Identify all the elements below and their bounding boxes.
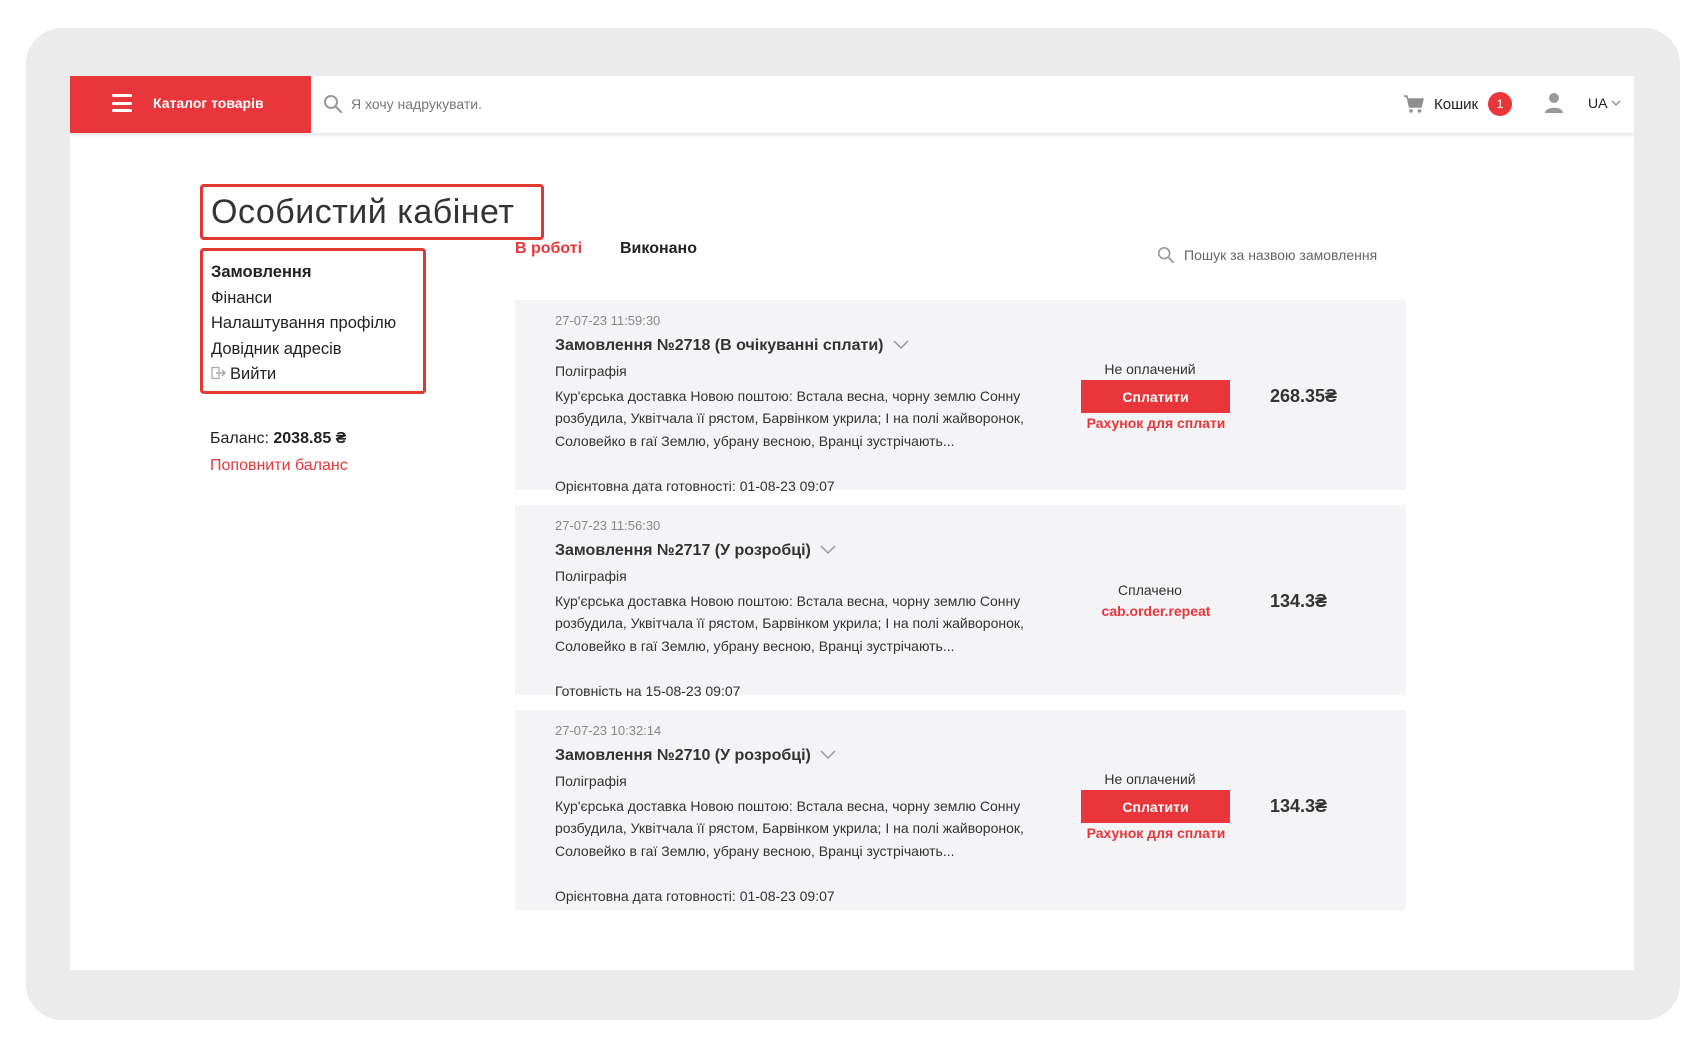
order-title-text: Замовлення №2718 (В очікуванні сплати)	[555, 337, 884, 354]
site-search	[311, 76, 1011, 133]
repeat-order-link[interactable]: cab.order.repeat	[1061, 603, 1251, 619]
menu-item-logout[interactable]: Вийти	[211, 364, 423, 390]
balance-amount: 2038.85 ₴	[273, 430, 347, 447]
order-date: 27-07-23 10:32:14	[555, 723, 662, 738]
search-icon	[324, 95, 343, 114]
chevron-down-icon	[820, 750, 836, 759]
order-card: 27-07-23 11:56:30 Замовлення №2717 (У ро…	[515, 505, 1406, 699]
chevron-down-icon	[820, 545, 836, 554]
cart-label: Кошик	[1434, 95, 1479, 113]
order-title-text: Замовлення №2717 (У розробці)	[555, 542, 811, 559]
invoice-link[interactable]: Рахунок для сплати	[1061, 825, 1251, 841]
top-header: Каталог товарів Кошик 1 UA	[70, 76, 1634, 133]
topup-balance-link[interactable]: Поповнити баланс	[210, 457, 348, 475]
order-description: Кур'єрська доставка Новою поштою: Встала…	[555, 798, 1024, 859]
menu-item-address-book[interactable]: Довідник адресів	[211, 339, 423, 365]
order-price: 134.3₴	[1270, 796, 1328, 816]
order-ready-date: Орієнтовна дата готовності: 01-08-23 09:…	[555, 478, 835, 494]
search-icon	[1157, 246, 1175, 264]
language-label: UA	[1588, 95, 1608, 111]
language-selector[interactable]: UA	[1588, 95, 1621, 111]
order-date: 27-07-23 11:56:30	[555, 518, 661, 533]
account-menu: Замовлення Фінанси Налаштування профілю …	[200, 248, 426, 394]
invoice-link[interactable]: Рахунок для сплати	[1061, 415, 1251, 431]
chevron-down-icon	[1611, 100, 1621, 106]
logout-icon	[211, 366, 227, 380]
order-card: 27-07-23 11:59:30 Замовлення №2718 (В оч…	[515, 300, 1406, 494]
logout-label: Вийти	[230, 365, 277, 383]
order-title[interactable]: Замовлення №2717 (У розробці)	[555, 542, 836, 560]
cart-link[interactable]: Кошик 1	[1403, 91, 1513, 117]
menu-item-profile-settings[interactable]: Налаштування профілю	[211, 313, 423, 339]
tab-completed[interactable]: Виконано	[620, 240, 697, 258]
page-title-highlight: Особистий кабінет	[200, 184, 544, 240]
user-icon[interactable]	[1544, 92, 1564, 114]
pay-button[interactable]: Сплатити	[1081, 380, 1230, 413]
catalog-label: Каталог товарів	[153, 95, 264, 111]
order-search	[1157, 246, 1404, 264]
page: Каталог товарів Кошик 1 UA	[70, 76, 1634, 970]
chevron-down-icon	[892, 340, 909, 349]
tab-in-progress[interactable]: В роботі	[515, 240, 582, 258]
order-category: Поліграфія	[555, 773, 627, 789]
order-search-input[interactable]	[1184, 247, 1404, 263]
menu-item-orders[interactable]: Замовлення	[211, 262, 423, 288]
balance-label: Баланс:	[210, 430, 269, 447]
order-description: Кур'єрська доставка Новою поштою: Встала…	[555, 388, 1024, 449]
order-price: 134.3₴	[1270, 591, 1328, 611]
order-price: 268.35₴	[1270, 386, 1338, 406]
catalog-button[interactable]: Каталог товарів	[70, 76, 311, 133]
order-title[interactable]: Замовлення №2710 (У розробці)	[555, 747, 836, 765]
menu-item-finances[interactable]: Фінанси	[211, 288, 423, 314]
search-input[interactable]	[351, 90, 951, 118]
payment-status: Не оплачений	[1104, 361, 1196, 377]
order-category: Поліграфія	[555, 568, 627, 584]
order-date: 27-07-23 11:59:30	[555, 313, 661, 328]
order-card: 27-07-23 10:32:14 Замовлення №2710 (У ро…	[515, 710, 1406, 910]
order-title[interactable]: Замовлення №2718 (В очікуванні сплати)	[555, 337, 909, 355]
menu-icon	[112, 94, 132, 112]
page-title: Особистий кабінет	[211, 193, 515, 231]
order-description: Кур'єрська доставка Новою поштою: Встала…	[555, 593, 1024, 654]
payment-status: Сплачено	[1118, 582, 1182, 598]
balance: Баланс: 2038.85 ₴	[210, 430, 346, 448]
cart-icon	[1404, 95, 1424, 113]
order-title-text: Замовлення №2710 (У розробці)	[555, 747, 811, 764]
order-ready-date: Готовність на 15-08-23 09:07	[555, 683, 741, 699]
payment-status: Не оплачений	[1104, 771, 1196, 787]
cart-count-badge: 1	[1488, 92, 1513, 116]
pay-button[interactable]: Сплатити	[1081, 790, 1230, 823]
order-ready-date: Орієнтовна дата готовності: 01-08-23 09:…	[555, 888, 835, 904]
order-category: Поліграфія	[555, 363, 627, 379]
